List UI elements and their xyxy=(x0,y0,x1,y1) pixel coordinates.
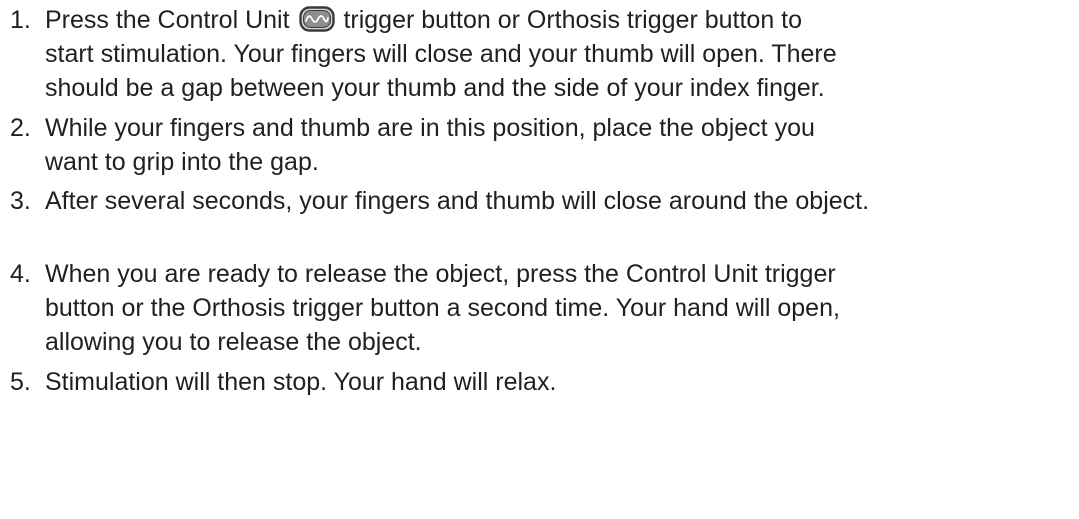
step-line: allowing you to release the object. xyxy=(45,328,422,356)
control-unit-trigger-icon xyxy=(298,6,335,33)
step-line: Press the Control Unit trigger button or… xyxy=(45,3,1075,37)
step-text-fragment: trigger button or Orthosis trigger butto… xyxy=(343,6,803,34)
step-number: 4. xyxy=(10,260,31,288)
step-text: Press the Control Unit trigger button or… xyxy=(45,3,1075,105)
step-number: 5. xyxy=(10,368,31,396)
step-line: start stimulation. Your fingers will clo… xyxy=(45,40,837,68)
step-text: After several seconds, your fingers and … xyxy=(45,184,1075,218)
step-line: After several seconds, your fingers and … xyxy=(45,187,870,215)
step-line: Stimulation will then stop. Your hand wi… xyxy=(45,368,557,396)
step-number: 3. xyxy=(10,187,31,215)
step-line: should be a gap between your thumb and t… xyxy=(45,74,825,102)
step-number: 2. xyxy=(10,114,31,142)
step-line: While your fingers and thumb are in this… xyxy=(45,114,815,142)
step-number: 1. xyxy=(10,6,31,34)
step-line: want to grip into the gap. xyxy=(45,148,319,176)
step-text: While your fingers and thumb are in this… xyxy=(45,111,1075,179)
step-line: When you are ready to release the object… xyxy=(45,260,836,288)
step-text: When you are ready to release the object… xyxy=(45,257,1075,359)
step-text-fragment: Press the Control Unit xyxy=(45,6,290,34)
step-text: Stimulation will then stop. Your hand wi… xyxy=(45,365,1075,399)
step-line: button or the Orthosis trigger button a … xyxy=(45,294,840,322)
